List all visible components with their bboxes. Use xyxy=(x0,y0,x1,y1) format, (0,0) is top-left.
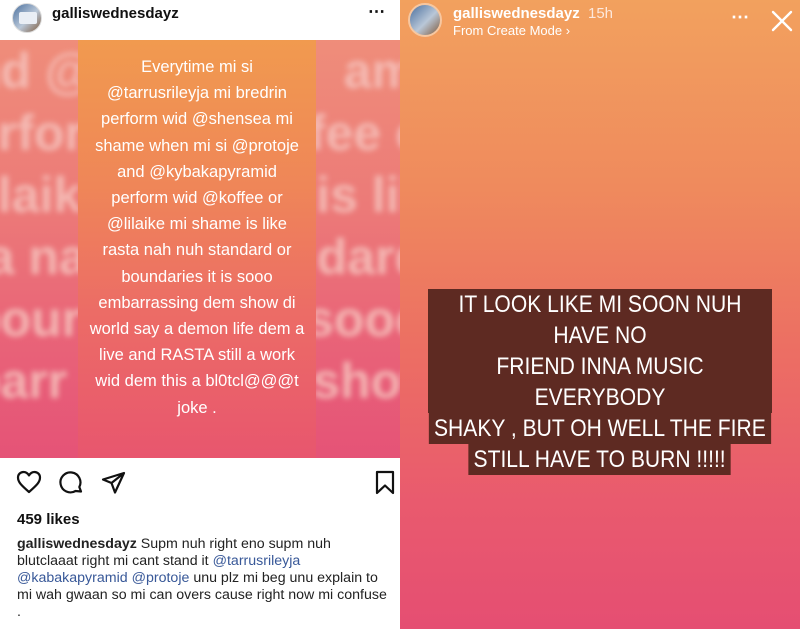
story-avatar[interactable] xyxy=(408,3,442,37)
text-card: Everytime mi si @tarrusrileyja mi bredri… xyxy=(78,40,316,458)
story-text-line: SHAKY , BUT OH WELL THE FIRE xyxy=(428,413,772,444)
mention-link[interactable]: @protoje xyxy=(132,570,190,586)
post-actions xyxy=(0,470,400,500)
mention-link[interactable]: @tarrusrileyja xyxy=(213,553,301,569)
caption-username[interactable]: galliswednesdayz xyxy=(17,536,137,552)
heart-icon[interactable] xyxy=(16,470,42,499)
instagram-story: galliswednesdayz 15h From Create Mode › … xyxy=(400,0,800,629)
story-text-line: IT LOOK LIKE MI SOON NUH HAVE NO xyxy=(428,289,772,351)
post-caption: galliswednesdayz Supm nuh right eno supm… xyxy=(17,536,393,621)
share-icon[interactable] xyxy=(101,470,127,501)
story-username[interactable]: galliswednesdayz xyxy=(453,5,580,22)
avatar[interactable] xyxy=(12,3,42,33)
story-text: IT LOOK LIKE MI SOON NUH HAVE NO FRIEND … xyxy=(400,289,800,475)
bookmark-icon[interactable] xyxy=(374,470,396,501)
post-image[interactable]: nd @amic erforfee o lilaikis lik ta nada… xyxy=(0,40,400,458)
mention-link[interactable]: @kabakapyramid xyxy=(17,570,128,586)
post-header: galliswednesdayz ⋯ xyxy=(0,0,400,40)
story-source-link[interactable]: From Create Mode › xyxy=(453,23,570,38)
instagram-post: galliswednesdayz ⋯ nd @amic erforfee o l… xyxy=(0,0,400,629)
likes-count[interactable]: 459 likes xyxy=(17,511,80,528)
close-icon[interactable] xyxy=(770,9,794,38)
more-options-icon[interactable]: ⋯ xyxy=(368,2,386,22)
more-options-icon[interactable]: ⋯ xyxy=(731,7,750,28)
story-timestamp: 15h xyxy=(588,5,614,22)
comment-icon[interactable] xyxy=(58,470,84,501)
post-image-text: Everytime mi si @tarrusrileyja mi bredri… xyxy=(89,58,305,417)
story-text-line: STILL HAVE TO BURN !!!!! xyxy=(468,444,732,475)
post-username[interactable]: galliswednesdayz xyxy=(52,5,179,22)
story-text-line: FRIEND INNA MUSIC EVERYBODY xyxy=(428,351,772,413)
